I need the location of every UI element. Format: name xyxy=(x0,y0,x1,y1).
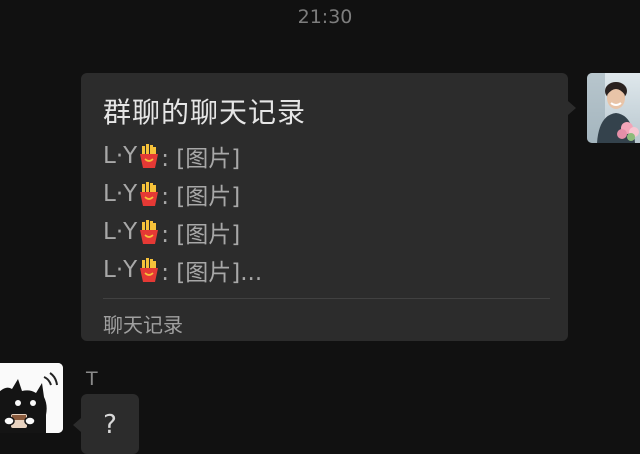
incoming-message-text: ? xyxy=(103,410,117,440)
user-photo-avatar xyxy=(587,73,640,143)
chat-record-title: 群聊的聊天记录 xyxy=(103,96,307,129)
record-sender: L·Y xyxy=(103,219,138,245)
incoming-message-bubble[interactable]: ? xyxy=(73,394,139,454)
record-text: : [图片]... xyxy=(161,260,263,286)
record-text: : [图片] xyxy=(161,184,241,210)
chat-record-item: L·Y : [图片] xyxy=(103,215,240,249)
french-fries-icon xyxy=(140,258,159,282)
record-sender: L·Y xyxy=(103,257,138,283)
message-timestamp: 21:30 xyxy=(297,6,353,28)
incoming-avatar[interactable] xyxy=(0,363,63,433)
record-sender: L·Y xyxy=(103,143,138,169)
chat-record-item: L·Y : [图片]... xyxy=(103,253,262,287)
record-text: : [图片] xyxy=(161,146,241,172)
french-fries-icon xyxy=(140,182,159,206)
record-sender: L·Y xyxy=(103,181,138,207)
incoming-sender-name: T xyxy=(86,368,98,390)
chat-record-card[interactable]: 群聊的聊天记录 L·Y : [图片] L·Y : [图片] L·Y : [图片] xyxy=(81,73,576,341)
chat-record-item: L·Y : [图片] xyxy=(103,177,240,211)
sender-avatar[interactable] xyxy=(587,73,640,143)
record-text: : [图片] xyxy=(161,222,241,248)
chat-record-item: L·Y : [图片] xyxy=(103,139,240,173)
french-fries-icon xyxy=(140,144,159,168)
black-cat-avatar xyxy=(0,363,63,433)
french-fries-icon xyxy=(140,220,159,244)
card-divider xyxy=(103,298,550,299)
chat-record-label: 聊天记录 xyxy=(103,313,183,337)
